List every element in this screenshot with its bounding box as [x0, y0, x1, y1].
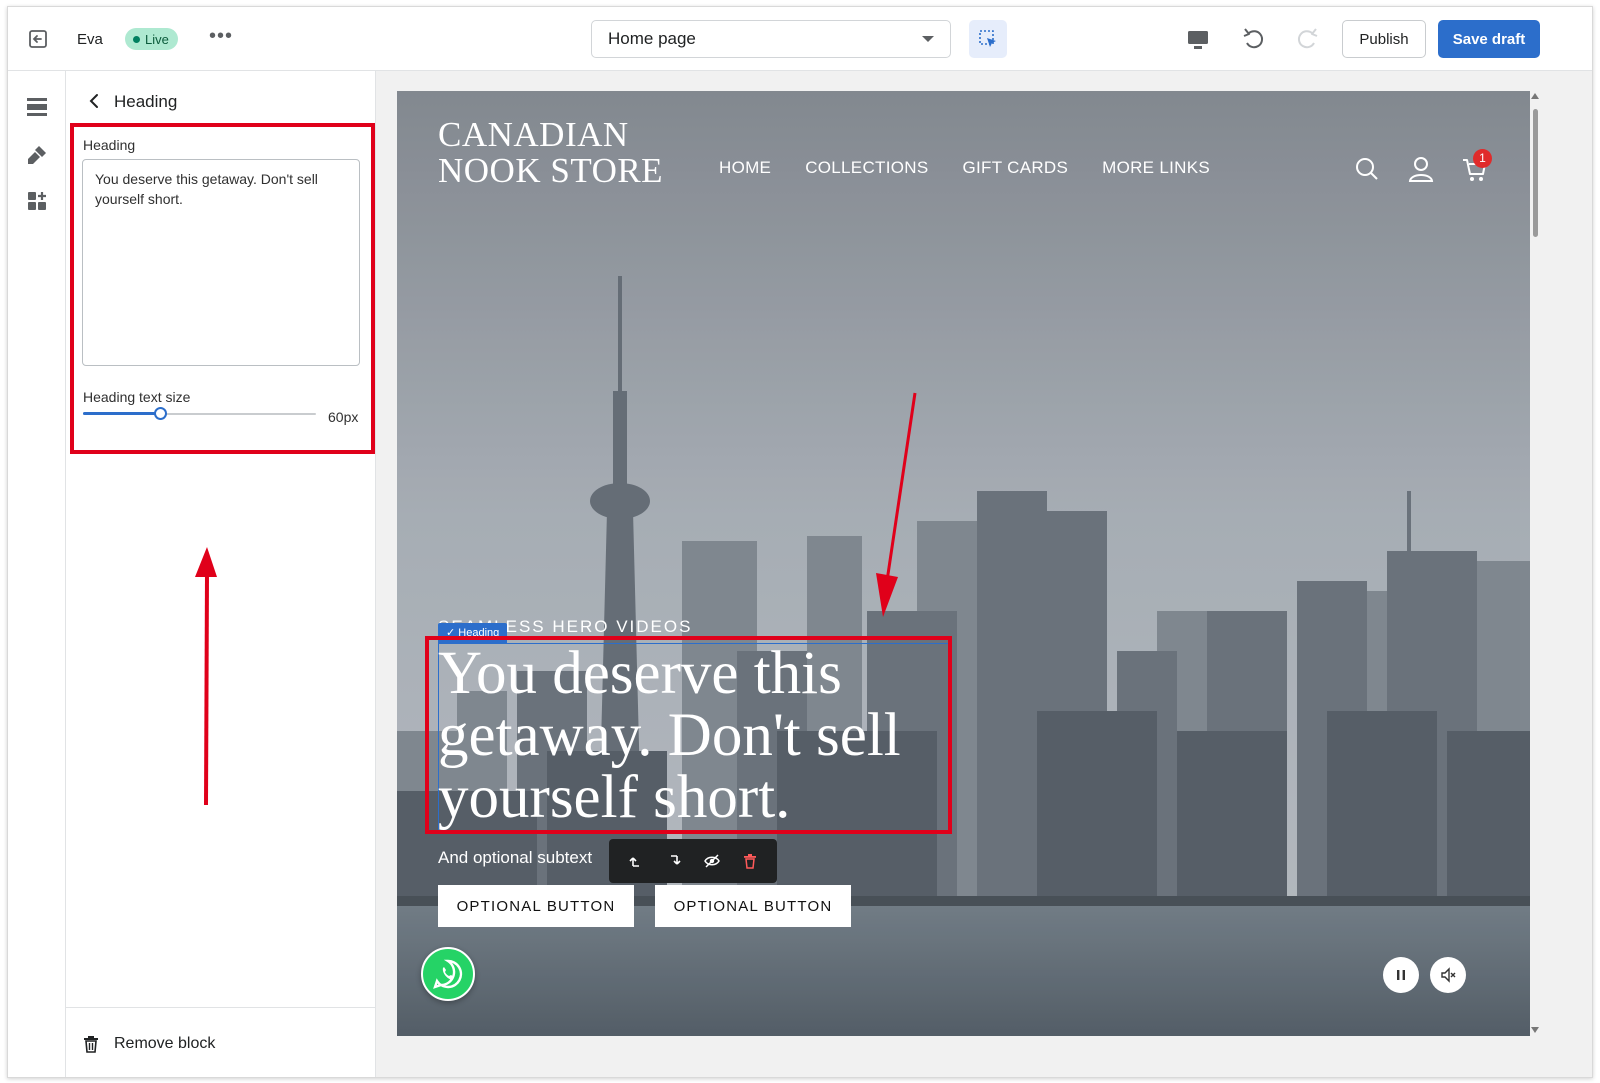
- whatsapp-icon: [433, 959, 463, 989]
- chevron-left-icon[interactable]: [84, 91, 104, 111]
- sections-icon[interactable]: [25, 95, 49, 119]
- live-badge: Live: [125, 28, 178, 50]
- delete-icon[interactable]: [741, 852, 759, 870]
- preview-area: CANADIAN NOOK STORE HOME COLLECTIONS GIF…: [376, 71, 1592, 1077]
- search-icon[interactable]: [1353, 155, 1381, 183]
- page-select[interactable]: Home page: [591, 20, 951, 58]
- cart-count-badge: 1: [1473, 149, 1492, 168]
- annotation-highlight-box: [70, 123, 375, 454]
- move-down-icon[interactable]: [665, 852, 683, 870]
- save-draft-button[interactable]: Save draft: [1438, 20, 1540, 58]
- whatsapp-button[interactable]: [421, 947, 475, 1001]
- hero-button-2[interactable]: OPTIONAL BUTTON: [655, 885, 851, 927]
- exit-icon[interactable]: [26, 27, 50, 51]
- nav-gift-cards[interactable]: GIFT CARDS: [962, 158, 1068, 178]
- annotation-arrow-icon: [876, 392, 917, 617]
- scroll-down-arrow-icon[interactable]: [1531, 1027, 1539, 1033]
- theme-name: Eva: [77, 31, 103, 48]
- nav-more-links[interactable]: MORE LINKS: [1102, 158, 1210, 178]
- panel-title: Heading: [114, 92, 178, 111]
- remove-block-label: Remove block: [114, 1034, 216, 1052]
- annotation-arrow-icon: [195, 547, 217, 806]
- trash-icon: [84, 1035, 98, 1053]
- scroll-up-arrow-icon[interactable]: [1531, 93, 1539, 99]
- top-bar: Eva Live ••• Home page Publish Save draf…: [8, 7, 1592, 71]
- annotation-highlight-box: [425, 636, 952, 834]
- block-toolbar: [609, 839, 777, 883]
- chevron-down-icon: [922, 36, 934, 42]
- pause-icon: [1397, 970, 1405, 980]
- settings-panel: Heading Heading You deserve this getaway…: [66, 71, 376, 1077]
- inspector-icon: [979, 30, 996, 47]
- desktop-icon[interactable]: [1185, 27, 1211, 53]
- more-icon[interactable]: •••: [208, 25, 234, 51]
- hero-subtext: And optional subtext: [438, 848, 593, 867]
- pause-button[interactable]: [1383, 957, 1419, 993]
- storefront-preview: CANADIAN NOOK STORE HOME COLLECTIONS GIF…: [397, 91, 1530, 1036]
- hero-button-1[interactable]: OPTIONAL BUTTON: [438, 885, 634, 927]
- theme-editor: Eva Live ••• Home page Publish Save draf…: [7, 6, 1593, 1078]
- account-icon[interactable]: [1407, 155, 1435, 183]
- remove-block-button[interactable]: Remove block: [66, 1007, 376, 1077]
- redo-icon[interactable]: [1293, 25, 1321, 53]
- undo-icon[interactable]: [1240, 25, 1268, 53]
- theme-settings-icon[interactable]: [25, 143, 49, 167]
- hide-icon[interactable]: [703, 852, 721, 870]
- live-label: Live: [145, 31, 169, 47]
- preview-scrollbar-thumb[interactable]: [1533, 109, 1538, 237]
- nav-home[interactable]: HOME: [719, 158, 771, 178]
- mute-icon: [1441, 967, 1456, 983]
- live-dot: [133, 35, 140, 43]
- move-up-icon[interactable]: [627, 852, 645, 870]
- mute-button[interactable]: [1430, 957, 1466, 993]
- app-embeds-icon[interactable]: [25, 189, 49, 213]
- publish-button[interactable]: Publish: [1342, 20, 1426, 58]
- nav-collections[interactable]: COLLECTIONS: [805, 158, 928, 178]
- page-select-value: Home page: [608, 29, 696, 48]
- main-nav: HOME COLLECTIONS GIFT CARDS MORE LINKS: [719, 158, 1210, 178]
- left-rail: [8, 71, 66, 1077]
- inspector-toggle[interactable]: [969, 20, 1007, 58]
- store-logo[interactable]: CANADIAN NOOK STORE: [438, 117, 668, 189]
